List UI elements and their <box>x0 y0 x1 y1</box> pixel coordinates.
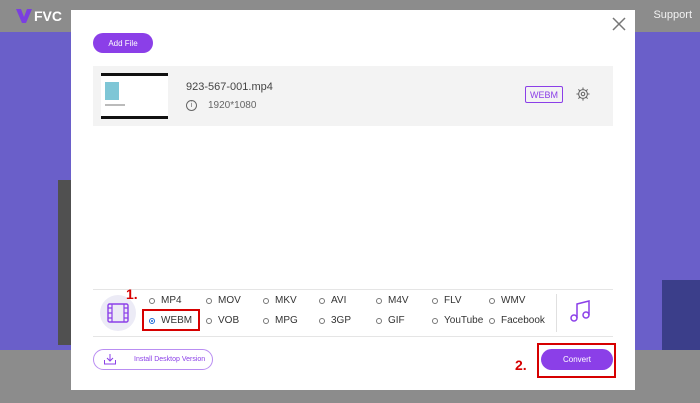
convert-dialog: Add File 923-567-001.mp4 i 1920*1080 WEB… <box>71 10 635 390</box>
download-icon <box>104 354 116 365</box>
radio[interactable] <box>206 297 212 304</box>
fvc-logo-icon <box>16 9 32 23</box>
radio[interactable] <box>319 317 325 324</box>
format-option-gif[interactable]: GIF <box>376 315 405 326</box>
annotation-step-1: 1. <box>126 286 138 302</box>
divider <box>556 294 557 332</box>
format-label: MOV <box>218 295 241 306</box>
format-option-3gp[interactable]: 3GP <box>319 315 351 326</box>
radio[interactable] <box>376 317 382 324</box>
format-label: M4V <box>388 295 409 306</box>
film-glyph <box>107 303 129 323</box>
radio[interactable] <box>149 297 155 304</box>
radio[interactable] <box>489 317 495 324</box>
annotation-step-2: 2. <box>515 357 527 373</box>
format-option-vob[interactable]: VOB <box>206 315 239 326</box>
radio[interactable] <box>432 297 438 304</box>
video-thumbnail[interactable] <box>101 73 168 119</box>
annotation-box-convert <box>537 343 616 378</box>
format-option-m4v[interactable]: M4V <box>376 295 409 306</box>
thumbnail-caption <box>105 104 125 106</box>
format-label: WMV <box>501 295 526 306</box>
format-label: VOB <box>218 315 240 326</box>
format-label: GIF <box>388 315 405 326</box>
radio[interactable] <box>432 317 438 324</box>
format-label: AVI <box>331 295 347 306</box>
file-resolution: 1920*1080 <box>208 100 257 111</box>
gear-icon[interactable] <box>576 87 590 101</box>
info-icon[interactable]: i <box>186 100 197 111</box>
format-label: Facebook <box>501 315 545 326</box>
file-item: 923-567-001.mp4 i 1920*1080 WEBM <box>93 66 613 126</box>
format-label: MP4 <box>161 295 182 306</box>
format-option-mov[interactable]: MOV <box>206 295 241 306</box>
format-label: FLV <box>444 295 462 306</box>
brand-logo[interactable]: FVC <box>16 6 62 26</box>
format-option-mpg[interactable]: MPG <box>263 315 298 326</box>
format-option-mkv[interactable]: MKV <box>263 295 297 306</box>
radio[interactable] <box>263 317 269 324</box>
annotation-box-webm <box>142 309 200 331</box>
format-label: MKV <box>275 295 297 306</box>
file-resolution-row: i 1920*1080 <box>186 100 256 111</box>
radio[interactable] <box>376 297 382 304</box>
format-option-avi[interactable]: AVI <box>319 295 346 306</box>
radio[interactable] <box>489 297 495 304</box>
radio[interactable] <box>206 317 212 324</box>
format-label: 3GP <box>331 315 352 326</box>
radio[interactable] <box>263 297 269 304</box>
format-label: YouTube <box>444 315 484 326</box>
output-format-badge[interactable]: WEBM <box>525 86 563 103</box>
add-file-button[interactable]: Add File <box>93 33 153 53</box>
background-box <box>662 280 700 350</box>
format-option-facebook[interactable]: Facebook <box>489 315 545 326</box>
background-figure <box>58 180 72 345</box>
format-option-flv[interactable]: FLV <box>432 295 462 306</box>
format-option-wmv[interactable]: WMV <box>489 295 525 306</box>
format-option-youtube[interactable]: YouTube <box>432 315 483 326</box>
format-option-mp4[interactable]: MP4 <box>149 295 182 306</box>
thumbnail-image <box>105 82 119 100</box>
install-label: Install Desktop Version <box>134 356 206 363</box>
radio[interactable] <box>319 297 325 304</box>
close-icon[interactable] <box>611 16 627 32</box>
support-link[interactable]: Support <box>653 9 692 21</box>
brand-name: FVC <box>34 8 62 24</box>
format-label: MPG <box>275 315 298 326</box>
file-name: 923-567-001.mp4 <box>186 81 273 93</box>
install-desktop-button[interactable]: Install Desktop Version <box>93 349 213 370</box>
music-icon[interactable] <box>569 300 591 324</box>
